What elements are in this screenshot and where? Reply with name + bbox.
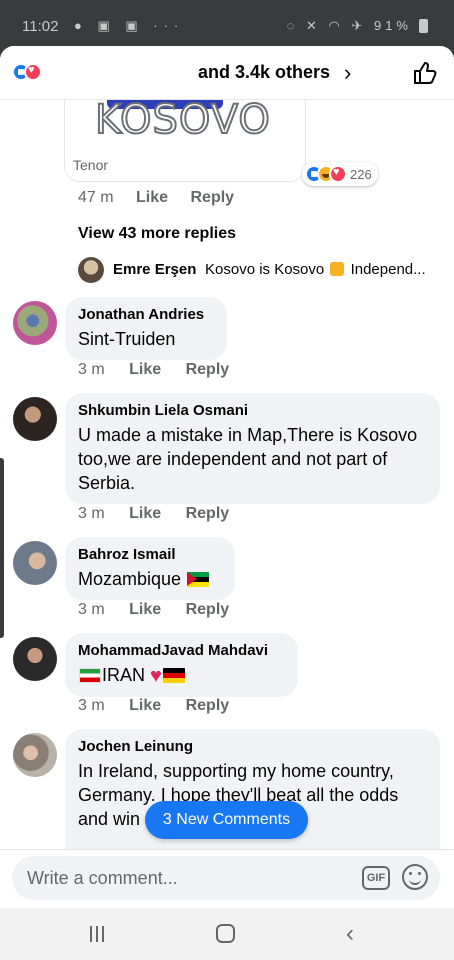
reply-text-end: Independ... <box>350 261 426 278</box>
like-button[interactable]: Like <box>136 189 168 206</box>
avatar[interactable] <box>13 637 57 681</box>
avatar[interactable] <box>13 733 57 777</box>
thumbs-up-emoji-icon <box>330 262 345 276</box>
comment-text: IRAN ♥ <box>78 663 285 688</box>
avatar[interactable] <box>78 257 104 283</box>
battery-icon <box>419 19 428 33</box>
like-button[interactable]: Like <box>129 361 161 378</box>
reactions-header[interactable]: and 3.4k others › <box>0 46 454 100</box>
comment-input[interactable]: Write a comment... GIF <box>12 856 440 900</box>
comment-time: 3 m <box>78 505 105 522</box>
back-icon[interactable]: ‹ <box>346 920 354 948</box>
emoji-icon[interactable] <box>402 864 428 890</box>
comment-meta: 3 m Like Reply <box>78 505 229 523</box>
comment-bubble[interactable]: Shkumbin Liela Osmani U made a mistake i… <box>65 393 440 504</box>
comment-meta: 3 m Like Reply <box>78 361 229 379</box>
new-comments-button[interactable]: 3 New Comments <box>145 801 308 839</box>
reaction-count: 226 <box>350 166 372 182</box>
comment-time: 3 m <box>78 697 105 714</box>
comment-bubble[interactable]: MohammadJavad Mahdavi IRAN ♥ <box>65 633 298 697</box>
reply-button[interactable]: Reply <box>186 505 230 522</box>
comment-text: Sint-Truiden <box>78 329 176 349</box>
status-bar: 11:02 ● ▣ ▣ ··· ◌ ✕ ◠ ✈ 91% <box>0 0 454 46</box>
comment-text-body: IRAN <box>102 665 146 685</box>
comment-meta: 3 m Like Reply <box>78 697 229 715</box>
avatar[interactable] <box>13 397 57 441</box>
gif-provider: Tenor <box>73 157 109 173</box>
reaction-count-badge[interactable]: 226 <box>302 162 378 186</box>
comment-author[interactable]: Bahroz Ismail <box>78 545 222 565</box>
reply-text-start: Kosovo is Kosovo <box>205 261 325 278</box>
recent-apps-icon[interactable] <box>90 926 108 942</box>
reply-text: Kosovo is Kosovo Independ... <box>205 261 426 278</box>
gif-image: KOSOVO <box>94 100 271 149</box>
reactions-summary[interactable]: and 3.4k others <box>198 62 330 83</box>
notification-icons: ● ▣ ▣ ··· <box>74 18 185 33</box>
reply-button[interactable]: Reply <box>186 361 230 378</box>
chevron-right-icon[interactable]: › <box>344 60 351 86</box>
edge-panel-handle[interactable] <box>0 458 4 638</box>
reply-button[interactable]: Reply <box>191 189 235 206</box>
germany-flag-icon <box>162 668 185 683</box>
system-icons: ◌ ✕ ◠ ✈ 91% <box>286 18 412 33</box>
comment-input-placeholder: Write a comment... <box>27 868 178 888</box>
love-reaction-icon <box>329 165 347 183</box>
home-icon[interactable] <box>216 924 235 943</box>
battery-percent: 91% <box>373 18 412 33</box>
love-reaction-icon <box>24 63 42 81</box>
comment-author[interactable]: Jonathan Andries <box>78 305 214 325</box>
comment-time: 3 m <box>78 601 105 618</box>
like-button[interactable]: Like <box>129 697 161 714</box>
comment-composer: Write a comment... GIF <box>0 849 454 908</box>
comment-author[interactable]: MohammadJavad Mahdavi <box>78 641 285 661</box>
reply-button[interactable]: Reply <box>186 601 230 618</box>
mozambique-flag-icon <box>187 572 210 587</box>
like-button[interactable]: Like <box>129 505 161 522</box>
view-more-replies-link[interactable]: View 43 more replies <box>78 225 236 243</box>
comment-meta: 47 m Like Reply <box>78 189 234 207</box>
avatar[interactable] <box>13 301 57 345</box>
comment-meta: 3 m Like Reply <box>78 601 229 619</box>
gif-attachment[interactable]: KOSOVO Tenor <box>64 100 306 182</box>
comments-sheet: and 3.4k others › KOSOVO Tenor 226 47 m … <box>0 46 454 908</box>
gif-text: KOSOVO <box>94 100 271 144</box>
reply-author[interactable]: Emre Erşen <box>113 261 196 278</box>
reply-preview[interactable]: Emre Erşen Kosovo is Kosovo Independ... <box>78 255 448 285</box>
comment-bubble[interactable]: Bahroz Ismail Mozambique <box>65 537 235 600</box>
red-heart-icon: ♥ <box>150 665 162 687</box>
clock: 11:02 <box>22 18 59 35</box>
comment-text-body: Mozambique <box>78 569 182 589</box>
comment-text: U made a mistake in Map,There is Kosovo … <box>78 425 418 493</box>
iran-flag-icon <box>79 668 101 683</box>
avatar[interactable] <box>13 541 57 585</box>
comments-list[interactable]: KOSOVO Tenor 226 47 m Like Reply View 43… <box>0 100 454 849</box>
reaction-icons <box>12 63 42 81</box>
thumbs-up-outline-icon[interactable] <box>412 60 438 86</box>
gif-button[interactable]: GIF <box>362 866 390 890</box>
comment-time: 47 m <box>78 189 114 206</box>
comment-bubble[interactable]: Jonathan Andries Sint-Truiden <box>65 297 227 360</box>
comment-time: 3 m <box>78 361 105 378</box>
like-button[interactable]: Like <box>129 601 161 618</box>
android-nav-bar: ‹ <box>0 908 454 960</box>
reply-button[interactable]: Reply <box>186 697 230 714</box>
comment-text: Mozambique <box>78 567 222 591</box>
comment-author[interactable]: Jochen Leinung <box>78 737 427 757</box>
comment-author[interactable]: Shkumbin Liela Osmani <box>78 401 427 421</box>
